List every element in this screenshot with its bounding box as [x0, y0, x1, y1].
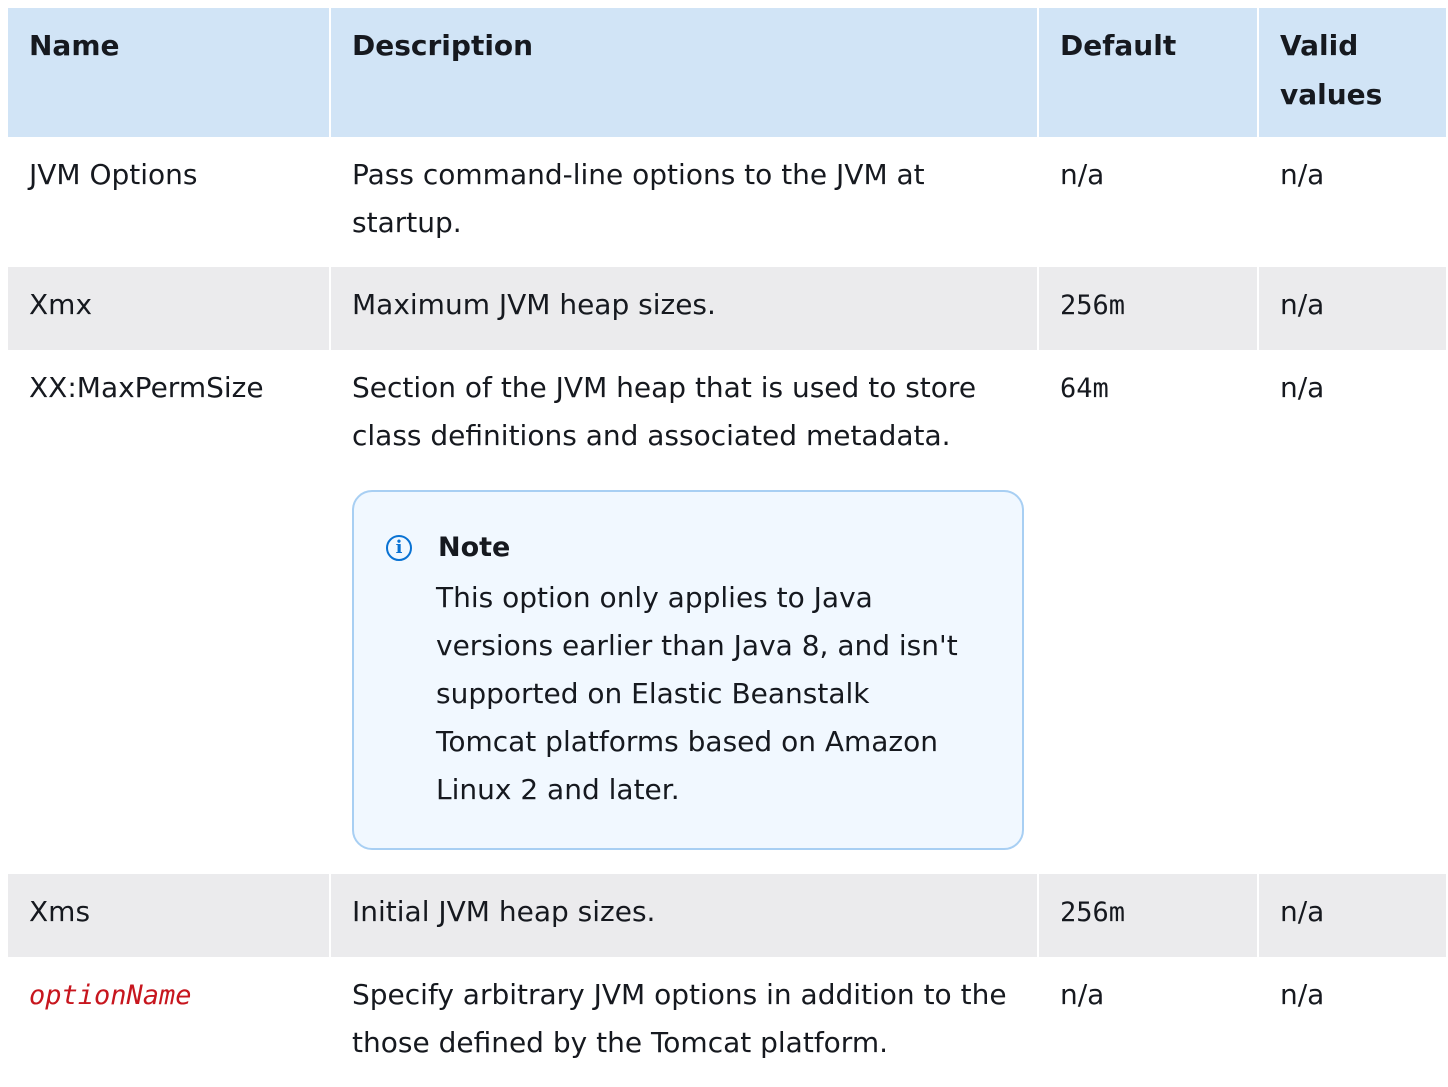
description-text: Section of the JVM heap that is used to …	[352, 371, 977, 452]
cell-name: optionName	[8, 957, 331, 1087]
header-default: Default	[1038, 8, 1259, 137]
header-description: Description	[330, 8, 1039, 137]
note-text: This option only applies to Java version…	[436, 581, 958, 806]
cell-valid-values: n/a	[1258, 957, 1446, 1087]
note-header: i Note	[386, 528, 962, 568]
cell-valid-values: n/a	[1258, 267, 1446, 350]
cell-name: JVM Options	[8, 137, 331, 267]
cell-name: Xmx	[8, 267, 331, 350]
cell-description: Initial JVM heap sizes.	[330, 874, 1039, 957]
cell-description: Maximum JVM heap sizes.	[330, 267, 1039, 350]
cell-valid-values: n/a	[1258, 137, 1446, 267]
default-value-code: 64m	[1060, 373, 1109, 404]
table-row: Xms Initial JVM heap sizes. 256m n/a	[8, 874, 1446, 957]
options-table-container: Name Description Default Valid values JV…	[8, 8, 1446, 1087]
cell-default: 64m	[1038, 350, 1259, 874]
note-callout: i Note This option only applies to Java …	[352, 490, 1024, 850]
table-row: optionName Specify arbitrary JVM options…	[8, 957, 1446, 1087]
header-valid-values: Valid values	[1258, 8, 1446, 137]
cell-valid-values: n/a	[1258, 874, 1446, 957]
cell-default: n/a	[1038, 957, 1259, 1087]
cell-default: 256m	[1038, 267, 1259, 350]
table-row: Xmx Maximum JVM heap sizes. 256m n/a	[8, 267, 1446, 350]
placeholder-option-name: optionName	[29, 980, 192, 1011]
cell-description: Specify arbitrary JVM options in additio…	[330, 957, 1039, 1087]
table-row: XX:MaxPermSize Section of the JVM heap t…	[8, 350, 1446, 874]
default-value-code: 256m	[1060, 897, 1126, 928]
header-name: Name	[8, 8, 331, 137]
default-value-code: 256m	[1060, 290, 1126, 321]
cell-default: 256m	[1038, 874, 1259, 957]
table-row: JVM Options Pass command-line options to…	[8, 137, 1446, 267]
cell-name: XX:MaxPermSize	[8, 350, 331, 874]
cell-description: Pass command-line options to the JVM at …	[330, 137, 1039, 267]
cell-description: Section of the JVM heap that is used to …	[330, 350, 1039, 874]
cell-valid-values: n/a	[1258, 350, 1446, 874]
jvm-options-table: Name Description Default Valid values JV…	[8, 8, 1446, 1087]
table-header-row: Name Description Default Valid values	[8, 8, 1446, 137]
cell-name: Xms	[8, 874, 331, 957]
info-icon: i	[386, 535, 412, 561]
cell-default: n/a	[1038, 137, 1259, 267]
note-title: Note	[438, 532, 511, 563]
